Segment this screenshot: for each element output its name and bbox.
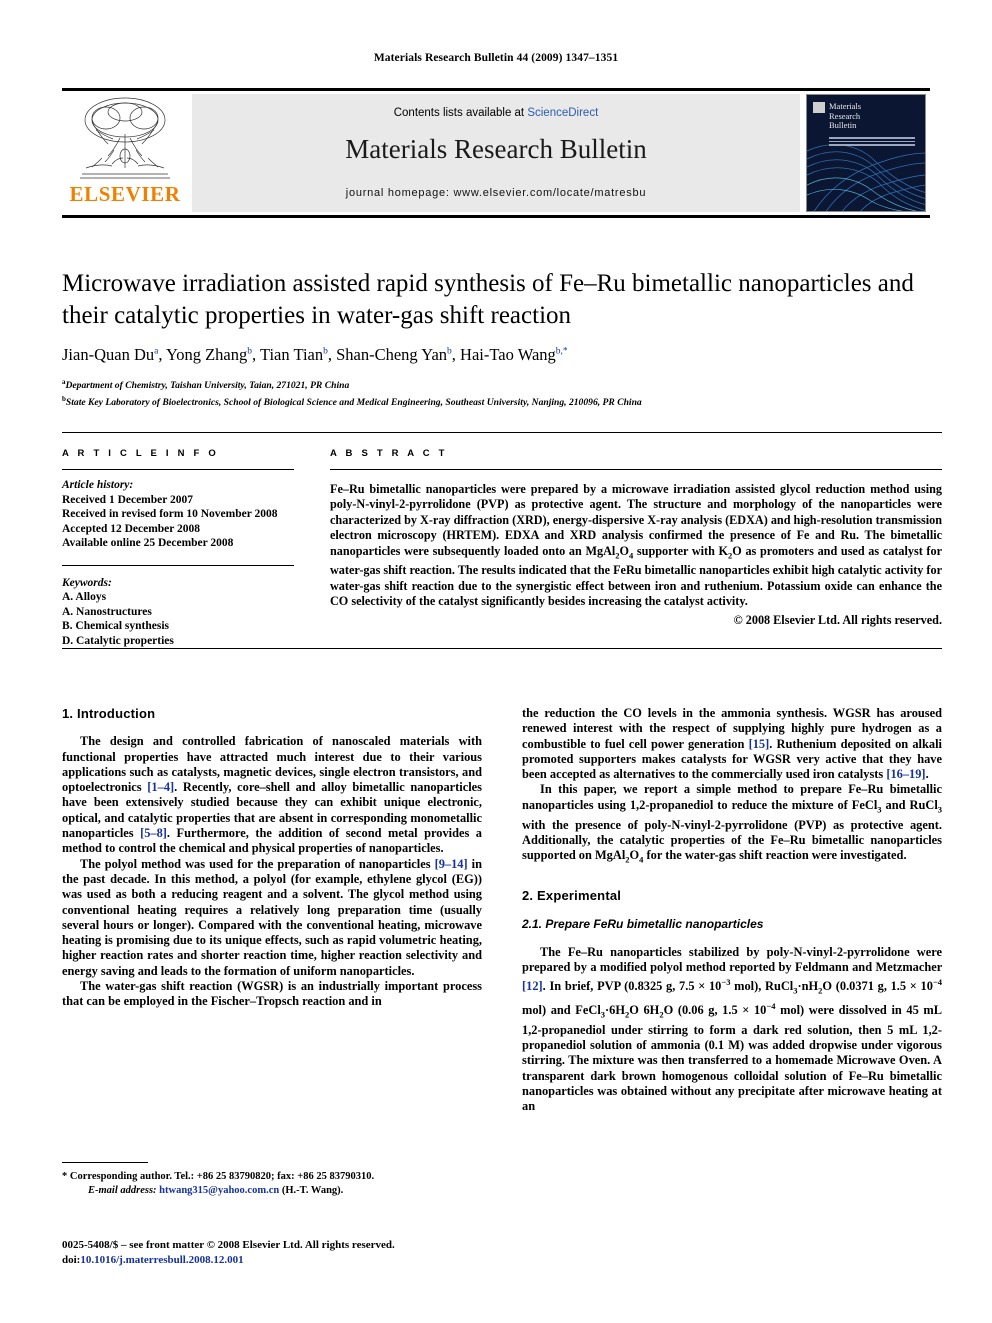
running-head: Materials Research Bulletin 44 (2009) 13… xyxy=(373,52,619,64)
paragraph: The Fe–Ru nanoparticles stabilized by po… xyxy=(522,944,943,1114)
history-item: Received in revised form 10 November 200… xyxy=(62,508,278,520)
footnote-block: * Corresponding author. Tel.: +86 25 837… xyxy=(62,1170,482,1197)
doi-link[interactable]: 10.1016/j.materresbull.2008.12.001 xyxy=(80,1254,243,1266)
email-note: E-mail address: htwang315@yahoo.com.cn (… xyxy=(62,1184,482,1198)
history-item: Available online 25 December 2008 xyxy=(62,537,234,549)
article-history: Article history: Received 1 December 200… xyxy=(62,478,294,551)
elsevier-logo: ELSEVIER xyxy=(66,94,184,212)
info-band-bottom-rule xyxy=(62,648,942,649)
cover-subtext-lines xyxy=(829,137,915,148)
abstract-heading: A B S T R A C T xyxy=(330,448,448,459)
banner-top-rule xyxy=(62,88,930,91)
paragraph: The water-gas shift reaction (WGSR) is a… xyxy=(62,979,482,1009)
section-heading-introduction: 1. Introduction xyxy=(62,706,156,721)
history-item: Received 1 December 2007 xyxy=(62,493,194,506)
contents-available-line: Contents lists available at ScienceDirec… xyxy=(192,107,800,119)
journal-cover-thumbnail: Materials Research Bulletin xyxy=(806,94,926,212)
body-column-left: 1. Introduction The design and controlle… xyxy=(62,706,482,1010)
doi-line: doi:10.1016/j.materresbull.2008.12.001 xyxy=(62,1253,244,1266)
email-label: E-mail address: xyxy=(88,1184,157,1196)
author: Tian Tianb, xyxy=(259,345,337,364)
paragraph: The design and controlled fabrication of… xyxy=(62,734,482,856)
article-info-rule xyxy=(62,469,294,470)
keyword-item: A. Alloys xyxy=(62,591,107,603)
affiliation-item: bState Key Laboratory of Bioelectronics,… xyxy=(62,394,642,408)
issn-line: 0025-5408/$ – see front matter © 2008 El… xyxy=(62,1239,395,1251)
journal-title: Materials Research Bulletin xyxy=(345,134,647,164)
footnote-rule xyxy=(62,1162,148,1163)
abstract-rule xyxy=(330,469,942,470)
email-owner: (H.-T. Wang). xyxy=(281,1184,344,1196)
section-heading-experimental: 2. Experimental xyxy=(522,887,622,903)
cover-title: Materials Research Bulletin xyxy=(829,101,862,130)
banner-center-panel: Contents lists available at ScienceDirec… xyxy=(192,94,800,212)
journal-homepage[interactable]: journal homepage: www.elsevier.com/locat… xyxy=(192,187,800,199)
cover-logo-square xyxy=(813,102,825,113)
author: Shan-Cheng Yanb, xyxy=(336,345,461,364)
article-info-heading: A R T I C L E I N F O xyxy=(62,448,219,459)
affiliation-list: aDepartment of Chemistry, Taishan Univer… xyxy=(62,376,942,409)
banner-bottom-rule xyxy=(62,215,930,218)
abstract-column: A B S T R A C T Fe–Ru bimetallic nanopar… xyxy=(330,448,942,628)
paragraph: The polyol method was used for the prepa… xyxy=(62,856,482,978)
affiliation-item: aDepartment of Chemistry, Taishan Univer… xyxy=(62,378,350,392)
paragraph: In this paper, we report a simple method… xyxy=(522,782,943,865)
author-affiliation-mark: b,* xyxy=(555,346,568,357)
corresponding-author-note: * Corresponding author. Tel.: +86 25 837… xyxy=(62,1171,375,1182)
subsection-heading-prepare-feru: 2.1. Prepare FeRu bimetallic nanoparticl… xyxy=(522,917,764,932)
imprint-block: 0025-5408/$ – see front matter © 2008 El… xyxy=(62,1238,522,1267)
article-info-column: A R T I C L E I N F O Article history: R… xyxy=(62,448,294,648)
keywords-block: Keywords: A. Alloys A. Nanostructures B.… xyxy=(62,576,294,649)
journal-banner: ELSEVIER Contents lists available at Sci… xyxy=(62,88,930,218)
abstract-text: Fe–Ru bimetallic nanoparticles were prep… xyxy=(330,482,942,609)
keyword-item: D. Catalytic properties xyxy=(62,634,174,647)
paragraph: the reduction the CO levels in the ammon… xyxy=(522,706,942,782)
sciencedirect-link[interactable]: ScienceDirect xyxy=(527,107,598,119)
keyword-item: B. Chemical synthesis xyxy=(62,620,170,632)
keywords-label: Keywords: xyxy=(62,576,112,589)
author: Yong Zhangb, xyxy=(165,345,260,364)
page-title: Microwave irradiation assisted rapid syn… xyxy=(62,270,914,329)
paper-page: Materials Research Bulletin 44 (2009) 13… xyxy=(0,0,992,1323)
email-link[interactable]: htwang315@yahoo.com.cn xyxy=(159,1185,279,1196)
keyword-item: A. Nanostructures xyxy=(62,605,152,618)
history-item: Accepted 12 December 2008 xyxy=(62,522,201,535)
elsevier-tree-icon xyxy=(80,97,170,179)
keywords-rule xyxy=(62,564,294,566)
elsevier-wordmark: ELSEVIER xyxy=(69,182,181,206)
article-history-label: Article history: xyxy=(62,479,134,491)
body-column-right: the reduction the CO levels in the ammon… xyxy=(522,706,942,1115)
info-band-top-rule xyxy=(62,432,942,433)
contents-prefix: Contents lists available at xyxy=(393,107,528,119)
author: Hai-Tao Wangb,* xyxy=(460,345,568,364)
author: Jian-Quan Dua, xyxy=(62,345,166,364)
author-list: Jian-Quan Dua, Yong Zhangb, Tian Tianb, … xyxy=(62,345,942,365)
abstract-copyright: © 2008 Elsevier Ltd. All rights reserved… xyxy=(733,612,942,627)
